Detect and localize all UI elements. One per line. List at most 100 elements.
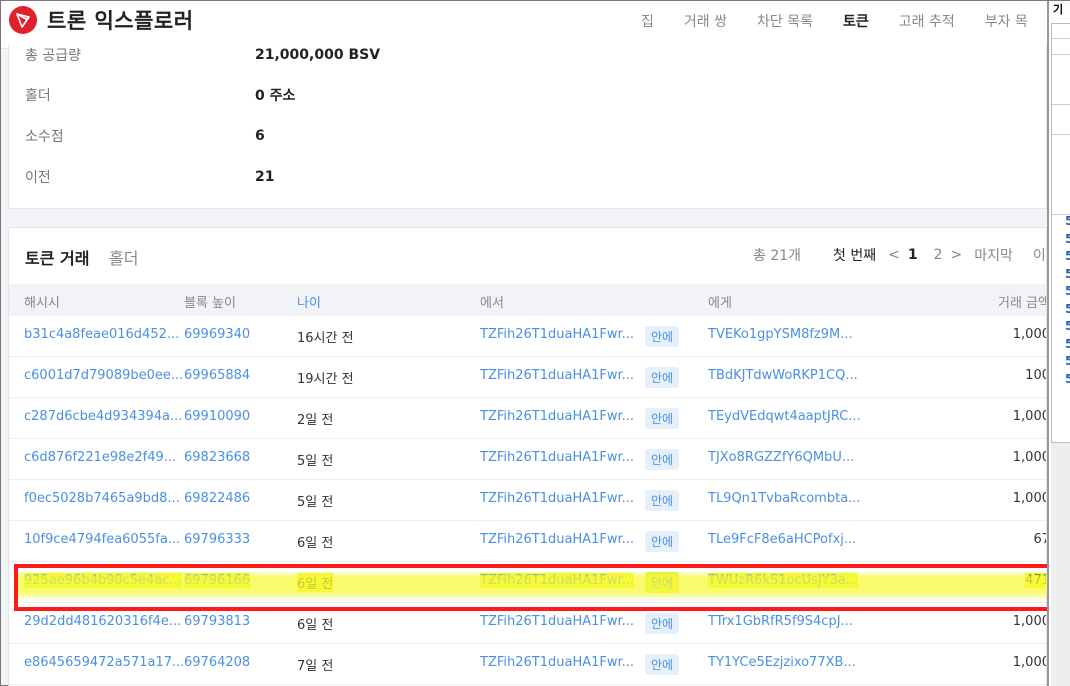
to-address-link[interactable]: TY1YCe5Ezjzixo77XB... xyxy=(708,655,856,670)
to-address-link[interactable]: TL9Qn1TvbaRcombta... xyxy=(708,491,861,506)
direction-badge: 안에 xyxy=(645,613,680,634)
info-row-transfers: 이전 21 xyxy=(25,167,274,187)
token-transfers-card: 토큰 거래 홀더 총 21개 첫 번째 < 1 2 > 마지막 이 해시시 블록… xyxy=(8,227,1047,686)
table-row: c287d6cbe4d934394a... 69910090 2일 전 TZFih26… xyxy=(9,398,1047,439)
side-digit: 5 xyxy=(1065,371,1070,386)
info-row-holders: 홀더 0 주소 xyxy=(25,85,295,105)
amount-text: 471 xyxy=(1025,573,1046,588)
table-row: 925ae96b4b90c5e4ac... 69796166 6일 전 TZFih26… xyxy=(9,562,1046,603)
info-value: 21 xyxy=(255,169,275,185)
nav-home[interactable]: 집 xyxy=(641,11,654,31)
table-row: 29d2dd481620316f4e... 69793813 6일 전 TZFih26… xyxy=(9,603,1047,644)
amount-text: 1,000 xyxy=(1012,327,1047,342)
tx-hash-link[interactable]: 10f9ce4794fea6055fa... xyxy=(24,532,180,547)
side-grid-line xyxy=(1052,134,1070,135)
amount-text: 1,000 xyxy=(1012,450,1047,465)
block-height-link[interactable]: 69823668 xyxy=(184,450,250,465)
tx-hash-link[interactable]: f0ec5028b7465a9bd8... xyxy=(24,491,180,506)
side-grid-line xyxy=(1052,54,1070,55)
age-text: 5일 전 xyxy=(297,454,334,469)
info-row-decimals: 소수점 6 xyxy=(25,126,265,146)
age-text: 6일 전 xyxy=(297,536,334,551)
side-digit: 5 xyxy=(1065,336,1070,351)
from-address-link[interactable]: TZFih26T1duaHA1Fwr... xyxy=(480,491,634,506)
to-address-link[interactable]: TJXo8RGZZfY6QMbU... xyxy=(708,450,854,465)
info-row-total-supply: 총 공급량 21,000,000 BSV xyxy=(25,45,380,65)
token-info-card: 총 공급량 21,000,000 BSV 홀더 0 주소 소수점 6 이전 21 xyxy=(8,45,1047,209)
block-height-link[interactable]: 69796333 xyxy=(184,532,250,547)
amount-text: 1,000 xyxy=(1012,409,1047,424)
current-page[interactable]: 1 xyxy=(908,247,918,263)
age-text: 6일 전 xyxy=(297,618,334,633)
tx-hash-link[interactable]: c6d876f221e98e2f49... xyxy=(24,450,176,465)
to-address-link[interactable]: TTrx1GbRfR5f9S4cpJ... xyxy=(708,614,853,629)
main-nav: 집 거래 쌍 차단 목록 토큰 고래 추적 부자 목 xyxy=(641,11,1058,31)
tx-hash-link[interactable]: e8645659472a571a17... xyxy=(24,655,184,670)
side-scrollbar[interactable] xyxy=(1051,443,1070,686)
from-address-link[interactable]: TZFih26T1duaHA1Fwr... xyxy=(480,368,634,383)
from-address-link[interactable]: TZFih26T1duaHA1Fwr... xyxy=(480,409,634,424)
info-value: 0 주소 xyxy=(255,88,296,104)
block-height-link[interactable]: 69793813 xyxy=(184,614,250,629)
col-age[interactable]: 나이 xyxy=(297,292,321,311)
nav-whale-tracking[interactable]: 고래 추적 xyxy=(899,11,955,31)
nav-tokens[interactable]: 토큰 xyxy=(843,11,869,31)
prev-page-icon[interactable]: < xyxy=(888,247,900,263)
from-address-link[interactable]: TZFih26T1duaHA1Fwr... xyxy=(480,655,634,670)
block-height-link[interactable]: 69796166 xyxy=(184,573,251,588)
tx-hash-link[interactable]: c6001d7d79089be0ee... xyxy=(24,368,183,383)
tx-hash-link[interactable]: 29d2dd481620316f4e... xyxy=(24,614,181,629)
side-digit: 5 xyxy=(1065,319,1070,333)
tx-hash-link[interactable]: 925ae96b4b90c5e4ac... xyxy=(24,573,182,588)
age-text: 7일 전 xyxy=(297,659,334,674)
to-address-link[interactable]: TBdKJTdwWoRKP1CQ... xyxy=(708,368,858,383)
pagination: 총 21개 첫 번째 < 1 2 > 마지막 이 xyxy=(753,245,1046,265)
side-grid-line xyxy=(1052,104,1070,105)
info-label: 이전 xyxy=(25,170,51,186)
age-text: 6일 전 xyxy=(297,573,334,592)
block-height-link[interactable]: 69965884 xyxy=(184,368,250,383)
info-label: 총 공급량 xyxy=(25,48,81,64)
direction-badge: 안에 xyxy=(645,572,680,593)
side-grid-line xyxy=(1052,38,1070,39)
tab-token-transfers[interactable]: 토큰 거래 xyxy=(25,245,89,269)
to-address-link[interactable]: TEydVEdqwt4aaptJRC... xyxy=(708,409,861,424)
nav-blocklist[interactable]: 차단 목록 xyxy=(757,11,813,31)
table-row: 10f9ce4794fea6055fa... 69796333 6일 전 TZFih2… xyxy=(9,521,1046,562)
from-address-link[interactable]: TZFih26T1duaHA1Fwr... xyxy=(480,573,635,588)
to-address-link[interactable]: TWUzR6kS1ocUsJY3a... xyxy=(708,573,859,588)
direction-badge: 안에 xyxy=(645,490,680,511)
from-address-link[interactable]: TZFih26T1duaHA1Fwr... xyxy=(480,450,634,465)
info-value: 21,000,000 BSV xyxy=(255,47,381,63)
nav-rich-list[interactable]: 부자 목 xyxy=(985,11,1028,31)
direction-badge: 안에 xyxy=(645,654,680,675)
side-digit: 5 xyxy=(1065,231,1070,246)
age-text: 19시간 전 xyxy=(297,372,354,387)
info-value: 6 xyxy=(255,128,265,144)
page-2-button[interactable]: 2 xyxy=(934,247,943,263)
block-height-link[interactable]: 69969340 xyxy=(184,327,250,342)
tx-hash-link[interactable]: b31c4a8feae016d452... xyxy=(24,327,179,342)
from-address-link[interactable]: TZFih26T1duaHA1Fwr... xyxy=(480,327,634,342)
side-digit: 5 xyxy=(1065,301,1070,316)
age-text: 2일 전 xyxy=(297,413,334,428)
to-address-link[interactable]: TLe9FcF8e6aHCPofxj... xyxy=(708,532,856,547)
block-height-link[interactable]: 69764208 xyxy=(184,655,250,670)
brand-title[interactable]: 트론 익스플로러 xyxy=(47,5,194,35)
from-address-link[interactable]: TZFih26T1duaHA1Fwr... xyxy=(480,614,634,629)
to-address-link[interactable]: TVEKo1gpYSM8fz9M... xyxy=(708,327,853,342)
last-page-button[interactable]: 마지막 xyxy=(974,245,1013,265)
tron-logo-icon[interactable] xyxy=(9,6,37,34)
direction-badge: 안에 xyxy=(645,531,680,552)
side-grid: 5 5 5 5 5 5 5 5 5 5 xyxy=(1051,23,1070,443)
block-height-link[interactable]: 69910090 xyxy=(184,409,250,424)
amount-text: 1,000 xyxy=(1012,614,1047,629)
block-height-link[interactable]: 69822486 xyxy=(184,491,250,506)
from-address-link[interactable]: TZFih26T1duaHA1Fwr... xyxy=(480,532,634,547)
tab-holders[interactable]: 홀더 xyxy=(109,245,138,269)
nav-trading-pairs[interactable]: 거래 쌍 xyxy=(684,11,727,31)
side-digit: 5 xyxy=(1065,249,1070,263)
first-page-button[interactable]: 첫 번째 xyxy=(833,245,876,265)
tx-hash-link[interactable]: c287d6cbe4d934394a... xyxy=(24,409,182,424)
next-page-icon[interactable]: > xyxy=(951,247,963,263)
